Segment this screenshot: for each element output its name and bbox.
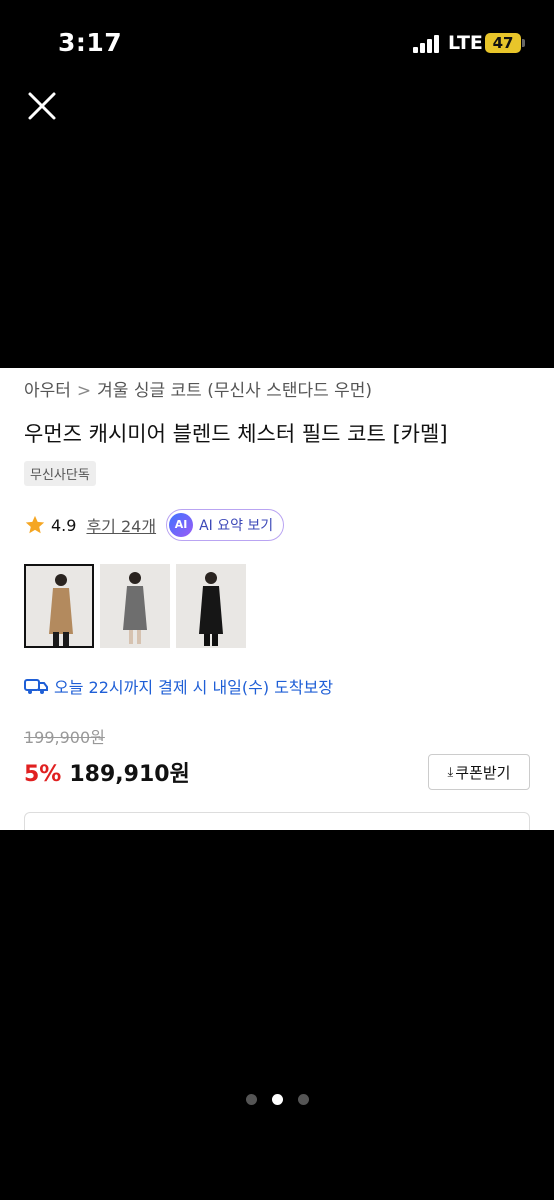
coupon-button[interactable]: ⤓ 쿠폰받기: [428, 754, 530, 790]
delivery-info: 오늘 22시까지 결제 시 내일(수) 도착보장: [24, 674, 333, 698]
exclusive-tag: 무신사단독: [24, 461, 96, 486]
close-icon[interactable]: [26, 90, 58, 122]
review-link[interactable]: 후기 24개: [86, 513, 156, 537]
page-dot-2[interactable]: [271, 1094, 283, 1105]
breadcrumb-subcategory[interactable]: 겨울 싱글 코트 (무신사 스탠다드 우먼): [97, 381, 372, 401]
product-title: 우먼즈 캐시미어 블렌드 체스터 필드 코트 [카멜]: [24, 422, 448, 446]
thumbnail-list: [24, 564, 246, 648]
thumbnail-camel[interactable]: [24, 564, 94, 648]
ai-badge-icon: AI: [169, 513, 194, 537]
rating-value: 4.9: [51, 515, 77, 535]
price-row: 5% 189,910원: [24, 756, 190, 788]
chevron-right-icon: >: [76, 381, 92, 401]
product-screenshot: 아우터 > 겨울 싱글 코트 (무신사 스탠다드 우먼) 우먼즈 캐시미어 블렌드 …: [0, 368, 554, 830]
discount-rate: 5%: [24, 762, 62, 787]
rating-row: 4.9 후기 24개 AI AI 요약 보기: [24, 509, 285, 541]
original-price: 199,900원: [24, 728, 105, 747]
truck-icon: [24, 679, 48, 694]
breadcrumb-category[interactable]: 아우터: [24, 381, 71, 401]
ai-summary-button[interactable]: AI AI 요약 보기: [166, 509, 285, 541]
network-label: LTE: [448, 32, 483, 54]
battery-tip: [522, 39, 525, 47]
ai-summary-label: AI 요약 보기: [199, 518, 274, 534]
thumbnail-black[interactable]: [176, 564, 246, 648]
battery-icon: 47: [485, 33, 521, 53]
thumbnail-grey[interactable]: [100, 564, 170, 648]
page-indicator: [0, 1094, 554, 1105]
download-icon: ⤓: [447, 764, 454, 780]
page-dot-3[interactable]: [297, 1094, 309, 1105]
page-dot-1[interactable]: [245, 1094, 257, 1105]
status-bar: 3:17 LTE 47: [0, 0, 554, 90]
signal-icon: [413, 35, 439, 53]
status-time: 3:17: [58, 28, 123, 57]
sale-price: 189,910원: [69, 762, 190, 787]
option-box: [24, 812, 530, 830]
coupon-label: 쿠폰받기: [455, 763, 511, 782]
star-icon: [25, 515, 45, 534]
breadcrumb: 아우터 > 겨울 싱글 코트 (무신사 스탠다드 우먼): [24, 376, 372, 401]
delivery-text: 오늘 22시까지 결제 시 내일(수) 도착보장: [54, 678, 334, 697]
